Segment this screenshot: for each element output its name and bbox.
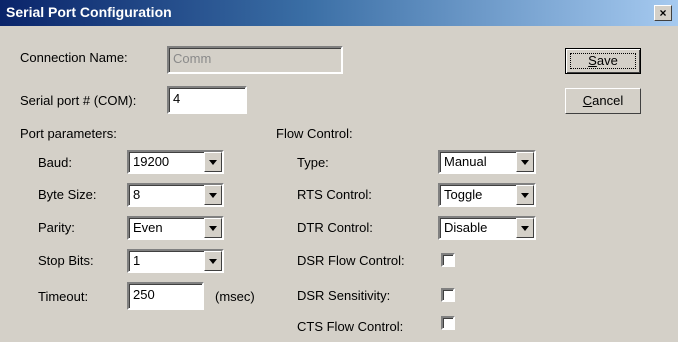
flow-type-value: Manual (444, 154, 487, 169)
parity-select[interactable]: Even (127, 216, 224, 240)
com-port-field[interactable]: 4 (167, 86, 247, 114)
dtr-control-select[interactable]: Disable (438, 216, 536, 240)
timeout-field[interactable]: 250 (127, 282, 204, 310)
stop-bits-select[interactable]: 1 (127, 249, 224, 273)
dsr-sensitivity-checkbox[interactable] (441, 288, 455, 302)
dsr-flow-control-checkbox[interactable] (441, 253, 455, 267)
chevron-down-icon[interactable] (204, 251, 222, 271)
connection-name-field[interactable]: Comm (167, 46, 343, 74)
timeout-label: Timeout: (38, 289, 89, 304)
baud-select[interactable]: 19200 (127, 150, 224, 174)
cancel-label-rest: ancel (592, 93, 624, 108)
cts-flow-control-label: CTS Flow Control: (297, 319, 404, 334)
parity-label: Parity: (38, 220, 75, 235)
cancel-mnemonic: C (582, 93, 593, 108)
chevron-down-icon[interactable] (516, 185, 534, 205)
stop-bits-value: 1 (133, 253, 141, 268)
stop-bits-label: Stop Bits: (38, 253, 94, 268)
cts-flow-control-checkbox[interactable] (441, 316, 455, 330)
rts-control-label: RTS Control: (297, 187, 372, 202)
byte-size-select[interactable]: 8 (127, 183, 224, 207)
chevron-down-icon[interactable] (516, 152, 534, 172)
byte-size-value: 8 (133, 187, 141, 202)
baud-label: Baud: (38, 155, 72, 170)
dtr-control-value: Disable (444, 220, 488, 235)
timeout-unit: (msec) (215, 289, 255, 304)
serial-port-dialog: Serial Port Configuration × Connection N… (0, 0, 678, 342)
chevron-down-icon[interactable] (516, 218, 534, 238)
dtr-control-label: DTR Control: (297, 220, 373, 235)
chevron-down-icon[interactable] (204, 152, 222, 172)
baud-value: 19200 (133, 154, 170, 169)
dsr-flow-control-label: DSR Flow Control: (297, 253, 405, 268)
rts-control-value: Toggle (444, 187, 483, 202)
close-button[interactable]: × (654, 5, 672, 21)
port-parameters-heading: Port parameters: (20, 126, 117, 141)
byte-size-label: Byte Size: (38, 187, 97, 202)
cancel-button[interactable]: Cancel (565, 88, 641, 114)
title-bar[interactable]: Serial Port Configuration × (0, 0, 678, 26)
flow-type-select[interactable]: Manual (438, 150, 536, 174)
chevron-down-icon[interactable] (204, 218, 222, 238)
save-button[interactable]: Save (565, 48, 641, 74)
parity-value: Even (133, 220, 163, 235)
flow-control-heading: Flow Control: (276, 126, 353, 141)
flow-type-label: Type: (297, 155, 329, 170)
chevron-down-icon[interactable] (204, 185, 222, 205)
connection-name-label: Connection Name: (20, 50, 128, 65)
rts-control-select[interactable]: Toggle (438, 183, 536, 207)
focus-rect (570, 53, 636, 69)
dsr-sensitivity-label: DSR Sensitivity: (297, 288, 391, 303)
com-port-label: Serial port # (COM): (20, 93, 137, 108)
window-title: Serial Port Configuration (6, 4, 172, 20)
